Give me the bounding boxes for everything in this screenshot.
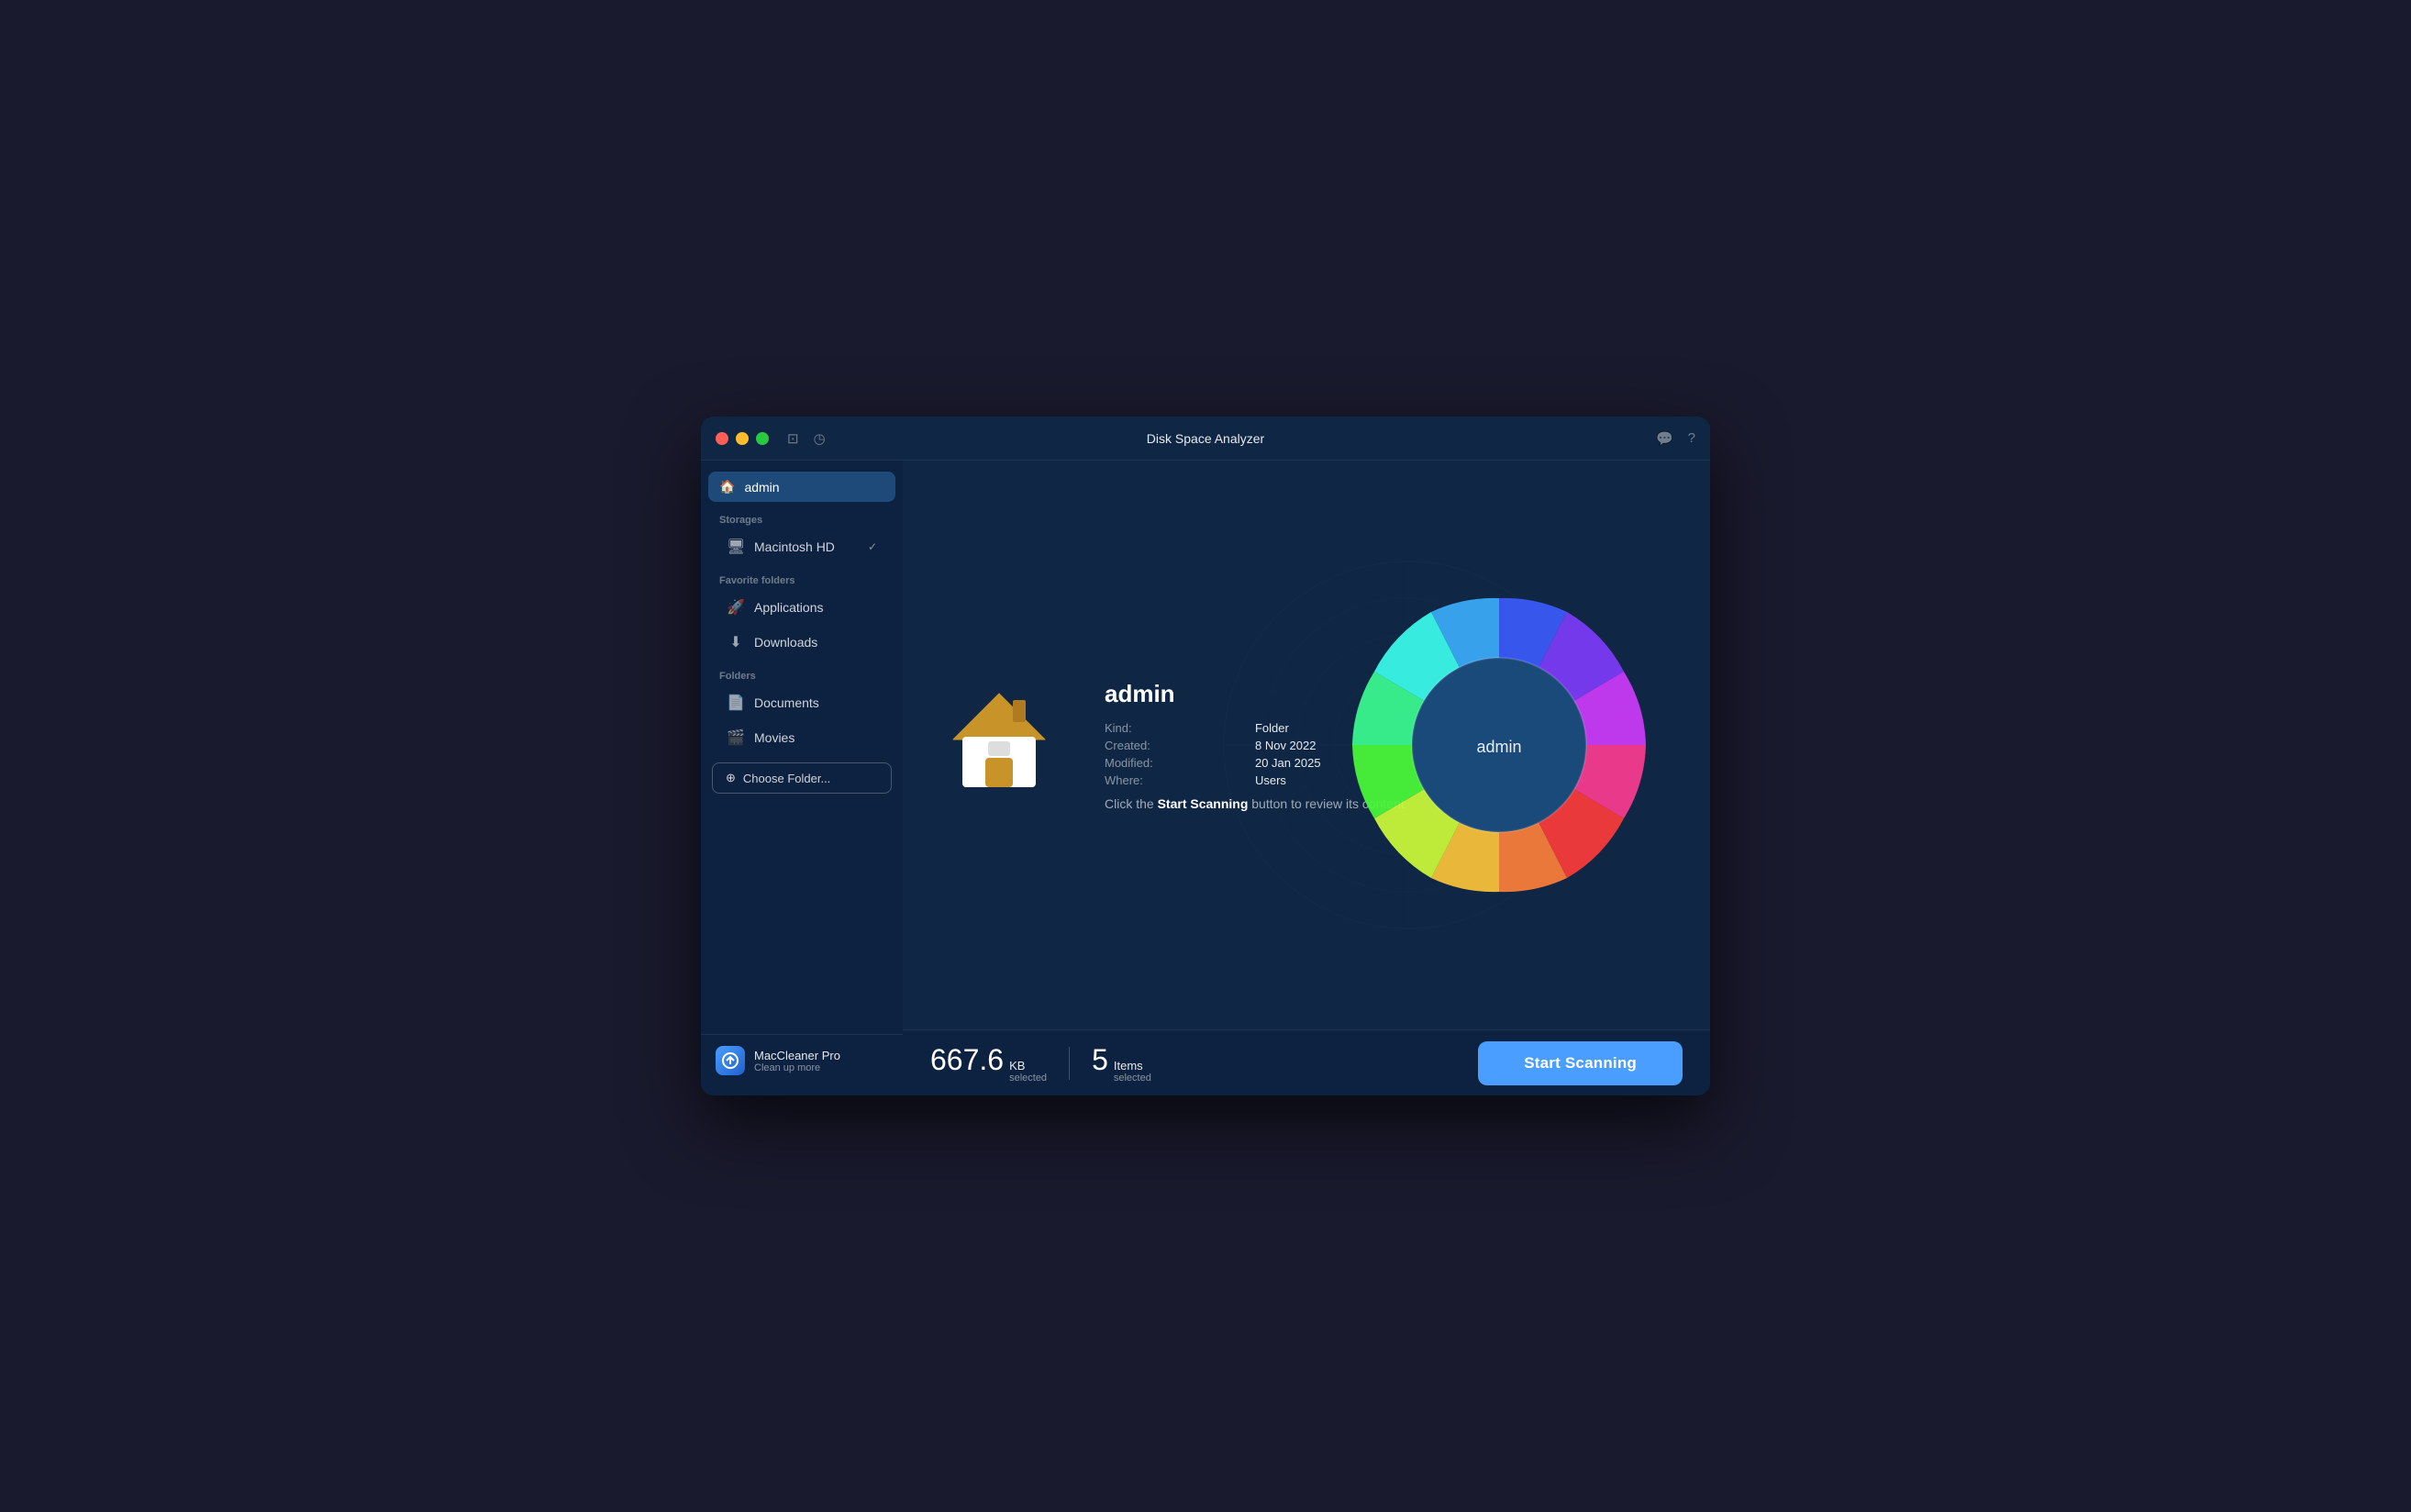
hint-prefix: Click the: [1105, 796, 1158, 811]
close-button[interactable]: [716, 432, 728, 445]
plus-circle-icon: ⊕: [726, 771, 736, 785]
sidebar-item-macintosh-hd[interactable]: 🖥 Macintosh HD ✓: [708, 530, 895, 563]
kind-label: Kind:: [1105, 721, 1237, 735]
maccleaner-name: MacCleaner Pro: [754, 1049, 840, 1062]
maximize-button[interactable]: [756, 432, 769, 445]
items-value: 5: [1092, 1043, 1108, 1077]
movies-icon: 🎬: [727, 728, 745, 747]
titlebar-icons: ⊡ ◷: [787, 430, 826, 447]
items-unit-block: Items selected: [1114, 1059, 1151, 1084]
items-stat: 5 Items selected: [1092, 1043, 1151, 1084]
storages-section-label: Storages: [701, 504, 903, 529]
nav-icon[interactable]: ◷: [814, 430, 826, 447]
where-label: Where:: [1105, 773, 1237, 787]
stat-divider: [1069, 1047, 1070, 1080]
created-label: Created:: [1105, 739, 1237, 752]
titlebar: ⊡ ◷ Disk Space Analyzer 💬 ?: [701, 417, 1710, 461]
hint-bold: Start Scanning: [1158, 796, 1249, 811]
chat-icon[interactable]: 💬: [1656, 430, 1673, 447]
main-panel: admin Kind: Folder Created: 8 Nov 2022 M…: [903, 461, 1710, 1095]
applications-icon: 🚀: [727, 598, 745, 617]
sidebar-item-admin[interactable]: 🏠 admin: [708, 472, 895, 502]
applications-label: Applications: [754, 600, 824, 615]
folders-section-label: Folders: [701, 660, 903, 685]
size-sub: selected: [1009, 1073, 1047, 1084]
status-bar: 667.6 KB selected 5 Items selected Start…: [903, 1029, 1710, 1095]
downloads-icon: ⬇: [727, 633, 745, 651]
start-scanning-button[interactable]: Start Scanning: [1478, 1041, 1683, 1085]
size-stat: 667.6 KB selected: [930, 1043, 1047, 1084]
documents-label: Documents: [754, 695, 819, 710]
content-area: admin Kind: Folder Created: 8 Nov 2022 M…: [903, 461, 1710, 1029]
movies-label: Movies: [754, 730, 794, 745]
hd-icon: 🖥: [727, 538, 745, 556]
folder-icon-container: [939, 680, 1059, 804]
sidebar-item-documents[interactable]: 📄 Documents: [708, 686, 895, 719]
sidebar-bottom: MacCleaner Pro Clean up more: [701, 1034, 903, 1086]
minimize-button[interactable]: [736, 432, 749, 445]
titlebar-right: 💬 ?: [1656, 430, 1695, 447]
donut-chart-svg: admin: [1334, 580, 1664, 910]
checkmark-icon: ✓: [868, 540, 877, 553]
app-window: ⊡ ◷ Disk Space Analyzer 💬 ? 🏠 admin Stor…: [701, 417, 1710, 1095]
donut-chart-wrapper: admin: [1334, 580, 1664, 910]
items-sub: selected: [1114, 1073, 1151, 1084]
choose-folder-label: Choose Folder...: [743, 772, 830, 785]
sidebar-active-label: admin: [744, 480, 779, 495]
size-unit: KB: [1009, 1059, 1047, 1073]
sidebar: 🏠 admin Storages 🖥 Macintosh HD ✓ Favori…: [701, 461, 903, 1095]
maccleaner-text: MacCleaner Pro Clean up more: [754, 1049, 840, 1073]
items-unit: Items: [1114, 1059, 1151, 1073]
window-title: Disk Space Analyzer: [1147, 431, 1264, 446]
favorite-folders-label: Favorite folders: [701, 564, 903, 590]
documents-icon: 📄: [727, 694, 745, 712]
size-value: 667.6: [930, 1043, 1004, 1077]
sidebar-item-downloads[interactable]: ⬇ Downloads: [708, 626, 895, 659]
sidebar-item-applications[interactable]: 🚀 Applications: [708, 591, 895, 624]
choose-folder-button[interactable]: ⊕ Choose Folder...: [712, 762, 892, 794]
macintosh-hd-label: Macintosh HD: [754, 539, 835, 554]
svg-text:admin: admin: [1476, 738, 1521, 756]
main-content-area: 🏠 admin Storages 🖥 Macintosh HD ✓ Favori…: [701, 461, 1710, 1095]
help-icon[interactable]: ?: [1688, 430, 1695, 447]
sidebar-item-movies[interactable]: 🎬 Movies: [708, 721, 895, 754]
size-unit-block: KB selected: [1009, 1059, 1047, 1084]
home-icon: 🏠: [719, 479, 735, 495]
maccleaner-icon: [716, 1046, 745, 1075]
modified-label: Modified:: [1105, 756, 1237, 770]
maccleaner-sub: Clean up more: [754, 1062, 840, 1073]
sidebar-toggle-icon[interactable]: ⊡: [787, 430, 799, 447]
traffic-lights: [716, 432, 769, 445]
downloads-label: Downloads: [754, 635, 817, 650]
